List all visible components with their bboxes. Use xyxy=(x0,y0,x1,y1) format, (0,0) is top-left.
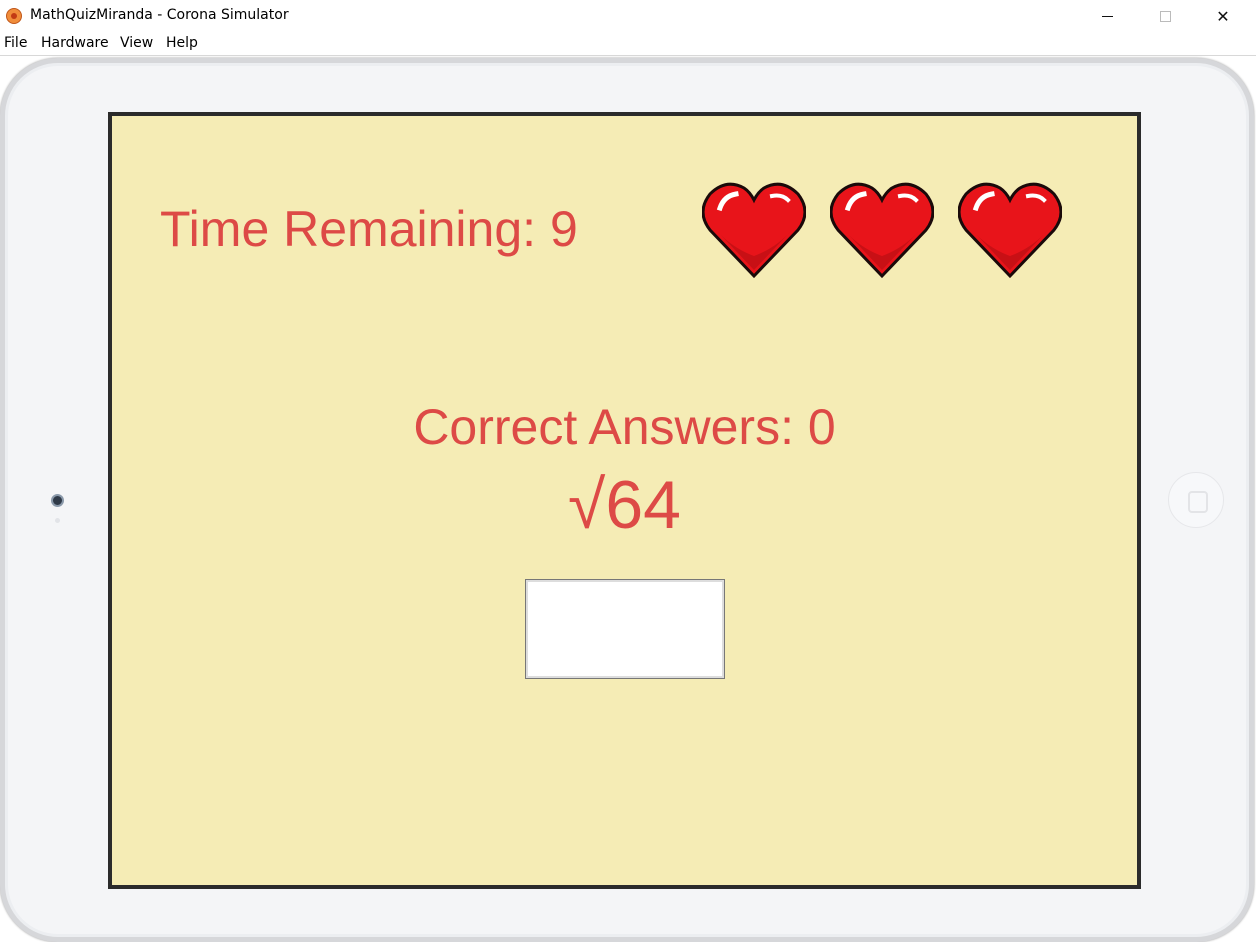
camera-icon xyxy=(51,494,64,507)
maximize-button[interactable] xyxy=(1136,0,1194,32)
title-bar: MathQuizMiranda - Corona Simulator ✕ xyxy=(0,0,1256,32)
menu-help[interactable]: Help xyxy=(166,35,198,51)
menu-bar: File Hardware View Help xyxy=(0,32,1256,56)
time-remaining-label: Time Remaining: 9 xyxy=(160,201,578,257)
minimize-icon xyxy=(1101,15,1113,17)
heart-icon xyxy=(702,182,806,279)
window-title: MathQuizMiranda - Corona Simulator xyxy=(30,7,289,23)
sensor-dot xyxy=(55,518,60,523)
minimize-button[interactable] xyxy=(1078,0,1136,32)
menu-hardware[interactable]: Hardware xyxy=(41,35,109,51)
home-button[interactable] xyxy=(1168,472,1224,528)
lives-display xyxy=(702,178,1072,288)
menu-file[interactable]: File xyxy=(4,35,27,51)
corona-app-icon xyxy=(6,8,22,24)
answer-input[interactable] xyxy=(525,579,725,679)
maximize-icon xyxy=(1159,10,1171,22)
question-text: √64 xyxy=(568,467,681,543)
close-icon: ✕ xyxy=(1216,6,1230,26)
close-button[interactable]: ✕ xyxy=(1194,0,1252,32)
correct-answers-label: Correct Answers: 0 xyxy=(413,399,836,455)
heart-icon xyxy=(958,182,1062,279)
menu-view[interactable]: View xyxy=(120,35,153,51)
game-screen: Time Remaining: 9 Correct Answers: 0 √64 xyxy=(108,112,1141,889)
heart-icon xyxy=(830,182,934,279)
